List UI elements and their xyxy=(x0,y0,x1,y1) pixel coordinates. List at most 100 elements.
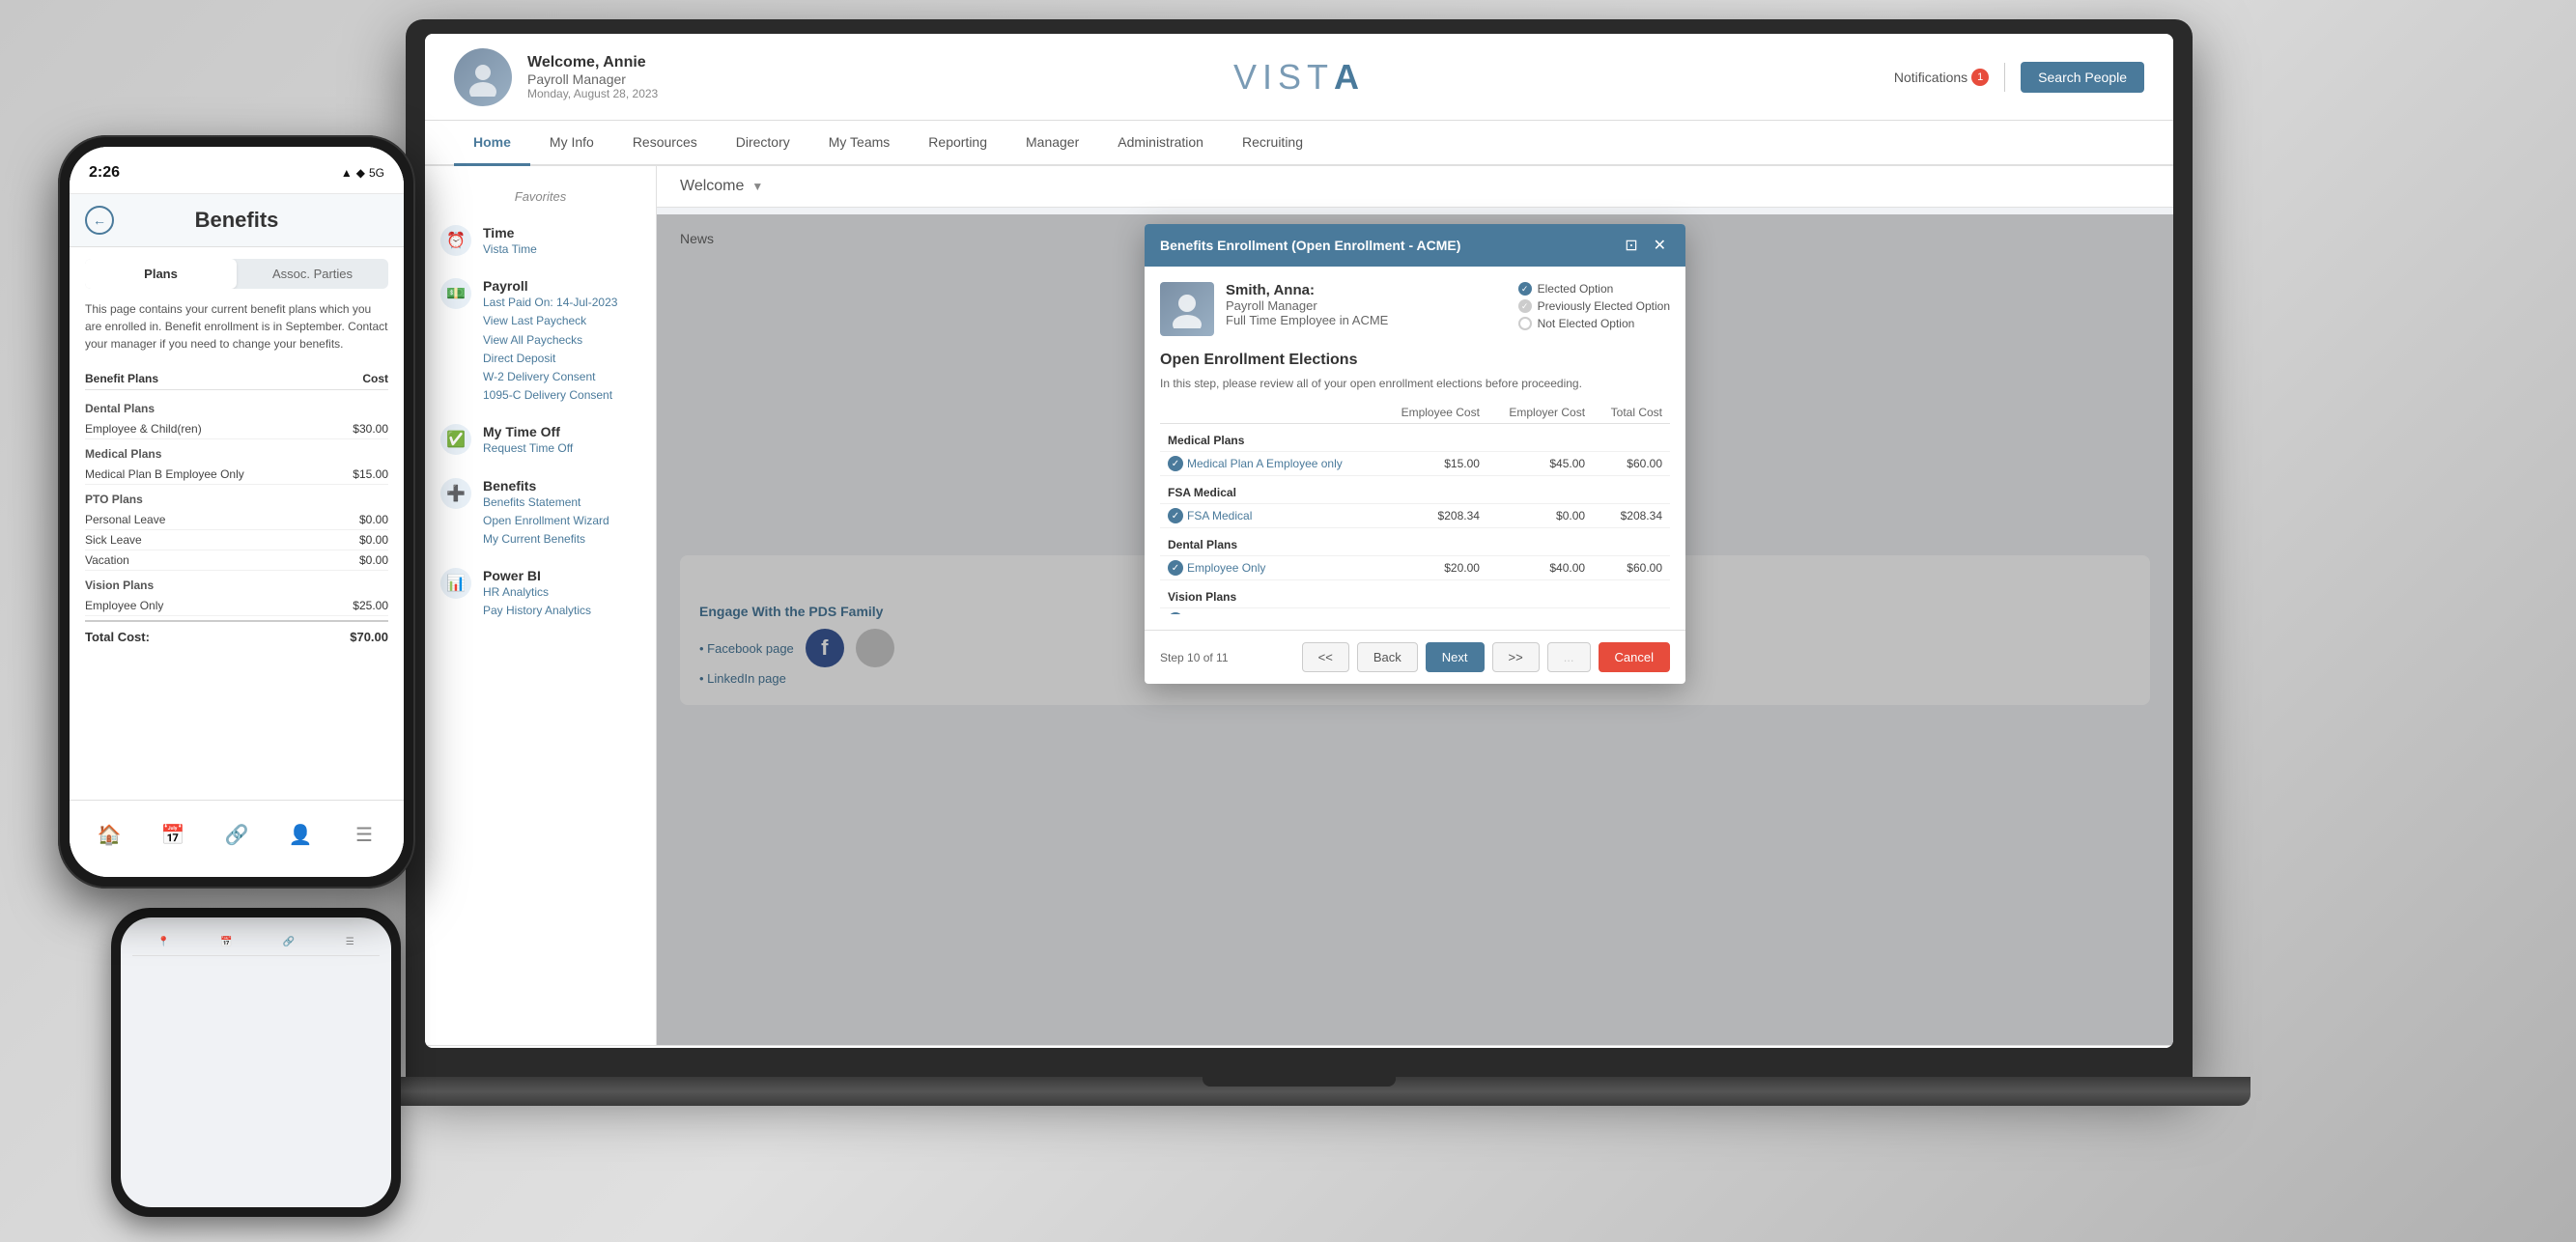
employer-cost-cell: $40.00 xyxy=(1487,556,1593,580)
direct-deposit-link[interactable]: Direct Deposit xyxy=(483,350,617,368)
request-timeoff-link[interactable]: Request Time Off xyxy=(483,439,573,458)
nav-myteams[interactable]: My Teams xyxy=(809,121,910,166)
pay-history-link[interactable]: Pay History Analytics xyxy=(483,602,591,620)
next-button[interactable]: Next xyxy=(1426,642,1485,672)
time-icon: ⏰ xyxy=(440,225,471,256)
phone-nav-org[interactable]: 🔗 xyxy=(223,822,250,849)
modal-user-role: Payroll Manager xyxy=(1226,298,1388,313)
phone-plan-row: Personal Leave $0.00 xyxy=(85,510,388,530)
1095c-link[interactable]: 1095-C Delivery Consent xyxy=(483,386,617,405)
notifications-badge: 1 xyxy=(1971,69,1989,86)
total-cost-cell: $60.00 xyxy=(1593,452,1670,476)
section-label: Medical Plans xyxy=(1160,424,1670,452)
save-button[interactable]: ... xyxy=(1547,642,1591,672)
nav-administration[interactable]: Administration xyxy=(1098,121,1223,166)
phone-nav-home[interactable]: 🏠 xyxy=(96,822,123,849)
modal-title: Benefits Enrollment (Open Enrollment - A… xyxy=(1160,238,1460,253)
vision-plan-link[interactable]: ✓ Employee Only xyxy=(1168,612,1372,614)
tab-assoc-parties[interactable]: Assoc. Parties xyxy=(237,259,388,289)
timeoff-icon: ✅ xyxy=(440,424,471,455)
phone-section-medical: Medical Plans xyxy=(85,439,388,465)
section-medical-plans: Medical Plans xyxy=(1160,424,1670,452)
sidebar-item-powerbi[interactable]: 📊 Power BI HR Analytics Pay History Anal… xyxy=(425,558,656,630)
search-people-button[interactable]: Search People xyxy=(2021,62,2144,93)
sidebar-item-payroll[interactable]: 💵 Payroll Last Paid On: 14-Jul-2023 View… xyxy=(425,268,656,414)
enrollment-table-scroll[interactable]: Employee Cost Employer Cost Total Cost xyxy=(1160,402,1670,614)
fsa-plan-link[interactable]: ✓ FSA Medical xyxy=(1168,508,1372,523)
notifications-button[interactable]: Notifications 1 xyxy=(1894,69,1989,86)
modal-legend: ✓ Elected Option ✓ Previously Elected Op… xyxy=(1518,282,1670,334)
back-button[interactable]: Back xyxy=(1357,642,1418,672)
first-button[interactable]: << xyxy=(1302,642,1349,672)
plan-name: Sick Leave xyxy=(85,533,142,547)
tab-plans[interactable]: Plans xyxy=(85,259,237,289)
elected-check-icon: ✓ xyxy=(1518,282,1532,296)
nav-recruiting[interactable]: Recruiting xyxy=(1223,121,1322,166)
modal-close-button[interactable]: ✕ xyxy=(1650,236,1670,255)
hr-analytics-link[interactable]: HR Analytics xyxy=(483,583,591,602)
prev-elected-label: Previously Elected Option xyxy=(1538,299,1670,313)
phone2-icon4: ☰ xyxy=(346,937,354,947)
col-cost-header: Cost xyxy=(362,372,388,385)
employee-cost-cell: $25.00 xyxy=(1379,608,1487,615)
total-cost-cell: $75.00 xyxy=(1593,608,1670,615)
benefits-statement-link[interactable]: Benefits Statement xyxy=(483,494,609,512)
modal-restore-button[interactable]: ⊡ xyxy=(1621,236,1641,255)
topbar-right: Notifications 1 Search People xyxy=(1894,62,2144,93)
view-last-paycheck-link[interactable]: View Last Paycheck xyxy=(483,312,617,330)
phone-table-header: Benefit Plans Cost xyxy=(85,368,388,390)
nav-reporting[interactable]: Reporting xyxy=(909,121,1006,166)
browser-content: Welcome, Annie Payroll Manager Monday, A… xyxy=(425,34,2173,1048)
sidebar-item-benefits[interactable]: ➕ Benefits Benefits Statement Open Enrol… xyxy=(425,468,656,559)
cancel-button[interactable]: Cancel xyxy=(1599,642,1670,672)
phone-page-header: ← Benefits xyxy=(70,194,404,247)
nav-directory[interactable]: Directory xyxy=(717,121,809,166)
phone-section-pto: PTO Plans xyxy=(85,485,388,510)
nav-myinfo[interactable]: My Info xyxy=(530,121,613,166)
phone-nav-profile[interactable]: 👤 xyxy=(287,822,314,849)
plan-cost: $0.00 xyxy=(359,553,388,567)
plan-name: Vacation xyxy=(85,553,129,567)
sidebar-text-powerbi: Power BI HR Analytics Pay History Analyt… xyxy=(483,568,591,620)
topbar-left: Welcome, Annie Payroll Manager Monday, A… xyxy=(454,48,658,106)
phone-description: This page contains your current benefit … xyxy=(85,300,388,353)
nav-manager[interactable]: Manager xyxy=(1006,121,1098,166)
last-button[interactable]: >> xyxy=(1492,642,1540,672)
home-icon: 🏠 xyxy=(96,822,123,849)
phone-status-icons: ▲ ◆ 5G xyxy=(341,166,384,180)
phone-nav-menu[interactable]: ☰ xyxy=(351,822,378,849)
sidebar-item-timeoff[interactable]: ✅ My Time Off Request Time Off xyxy=(425,414,656,467)
phone-nav-calendar[interactable]: 📅 xyxy=(159,822,186,849)
sidebar-item-time[interactable]: ⏰ Time Vista Time xyxy=(425,215,656,268)
dental-plan-link[interactable]: ✓ Employee Only xyxy=(1168,560,1372,576)
total-cost-cell: $60.00 xyxy=(1593,556,1670,580)
back-button[interactable]: ← xyxy=(85,206,114,235)
welcome-label: Welcome xyxy=(680,178,744,195)
welcome-dropdown-icon[interactable]: ▼ xyxy=(751,180,763,193)
nav-home[interactable]: Home xyxy=(454,121,530,166)
table-row: ✓ FSA Medical $208.34 $0.00 $208.34 xyxy=(1160,504,1670,528)
w2-link[interactable]: W-2 Delivery Consent xyxy=(483,368,617,386)
phone-status-bar: 2:26 ▲ ◆ 5G xyxy=(70,147,404,193)
phone2-nav: 📍 📅 🔗 ☰ xyxy=(132,929,380,956)
phone-content: MYVISTA ← Benefits Plans Assoc. Parties … xyxy=(70,147,404,877)
user-date: Monday, August 28, 2023 xyxy=(527,87,658,100)
modal-user-row: Smith, Anna: Payroll Manager Full Time E… xyxy=(1160,282,1670,336)
phone-section-vision: Vision Plans xyxy=(85,571,388,596)
phone-bottom-nav: 🏠 📅 🔗 👤 ☰ xyxy=(70,800,404,877)
view-all-paychecks-link[interactable]: View All Paychecks xyxy=(483,331,617,350)
phone2-device: 📍 📅 🔗 ☰ xyxy=(111,908,401,1217)
elected-check: ✓ xyxy=(1168,560,1183,576)
current-benefits-link[interactable]: My Current Benefits xyxy=(483,530,609,549)
enrollment-table: Employee Cost Employer Cost Total Cost xyxy=(1160,402,1670,614)
vista-time-link[interactable]: Vista Time xyxy=(483,240,537,259)
nav-resources[interactable]: Resources xyxy=(613,121,717,166)
benefits-enrollment-modal: Benefits Enrollment (Open Enrollment - A… xyxy=(1145,224,1685,684)
open-enrollment-link[interactable]: Open Enrollment Wizard xyxy=(483,512,609,530)
medical-plan-link[interactable]: ✓ Medical Plan A Employee only xyxy=(1168,456,1372,471)
payroll-icon: 💵 xyxy=(440,278,471,309)
plan-cell: ✓ Medical Plan A Employee only xyxy=(1160,452,1379,476)
plan-cell: ✓ Employee Only xyxy=(1160,556,1379,580)
plan-cost: $0.00 xyxy=(359,533,388,547)
laptop-base xyxy=(348,1077,2250,1106)
